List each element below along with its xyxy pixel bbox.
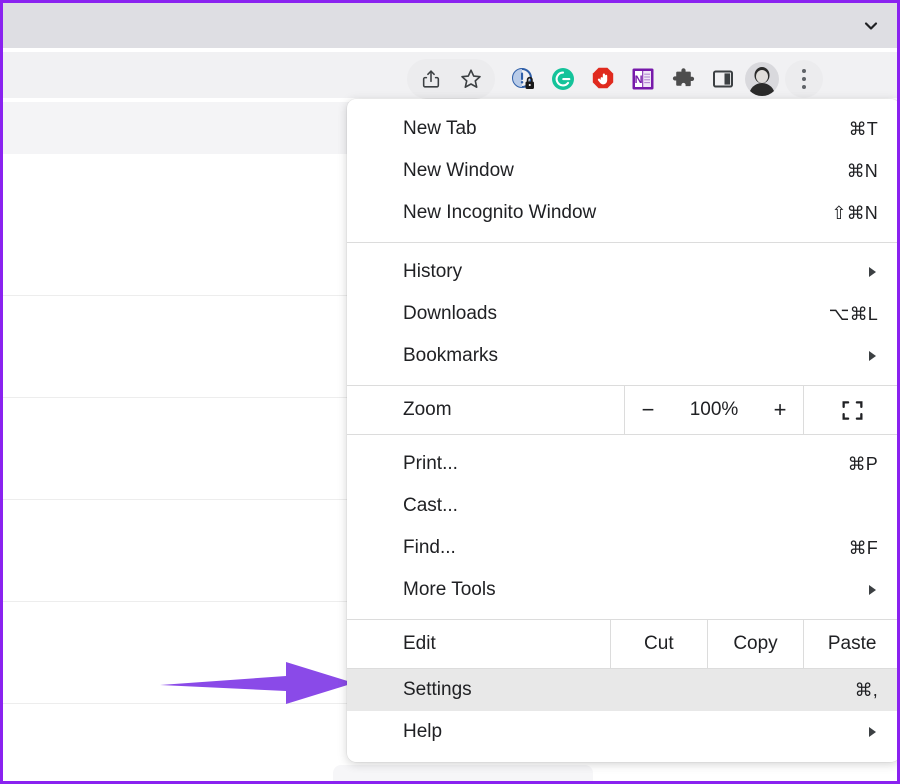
menu-item-label: New Window: [403, 160, 847, 182]
share-icon[interactable]: [411, 59, 451, 99]
menu-item-help[interactable]: Help: [347, 711, 900, 753]
page-bottom-element: [333, 765, 593, 781]
menu-item-shortcut: ⌘T: [849, 119, 878, 140]
menu-item-find[interactable]: Find... ⌘F: [347, 527, 900, 569]
menu-item-cast[interactable]: Cast...: [347, 485, 900, 527]
menu-separator: [347, 242, 900, 243]
submenu-arrow-icon: [869, 267, 876, 277]
edit-label: Edit: [347, 620, 610, 668]
browser-title-bar: [3, 3, 900, 48]
menu-group-browsing: History Downloads ⌥⌘L Bookmarks: [347, 251, 900, 377]
profile-avatar[interactable]: [745, 62, 779, 96]
menu-item-label: Downloads: [403, 303, 829, 325]
menu-item-label: Bookmarks: [403, 345, 869, 367]
menu-item-label: Find...: [403, 537, 849, 559]
adblock-extension-icon[interactable]: [583, 59, 623, 99]
menu-item-history[interactable]: History: [347, 251, 900, 293]
menu-item-shortcut: ⌘,: [855, 680, 878, 701]
menu-item-shortcut: ⌘N: [847, 161, 878, 182]
chrome-main-menu: New Tab ⌘T New Window ⌘N New Incognito W…: [347, 99, 900, 762]
menu-item-label: History: [403, 261, 869, 283]
zoom-out-button[interactable]: −: [637, 399, 659, 421]
menu-item-bookmarks[interactable]: Bookmarks: [347, 335, 900, 377]
menu-item-settings[interactable]: Settings ⌘,: [347, 669, 900, 711]
extension-icon-group: N: [503, 59, 743, 99]
submenu-arrow-icon: [869, 351, 876, 361]
chevron-down-icon[interactable]: [861, 16, 881, 36]
menu-group-settings: Settings ⌘, Help: [347, 669, 900, 753]
menu-item-downloads[interactable]: Downloads ⌥⌘L: [347, 293, 900, 335]
menu-item-print[interactable]: Print... ⌘P: [347, 443, 900, 485]
svg-text:N: N: [635, 74, 643, 86]
submenu-arrow-icon: [869, 727, 876, 737]
menu-item-new-window[interactable]: New Window ⌘N: [347, 150, 900, 192]
menu-item-label: Cast...: [403, 495, 878, 517]
password-manager-extension-icon[interactable]: [503, 59, 543, 99]
edit-copy-button[interactable]: Copy: [707, 620, 804, 668]
extensions-puzzle-icon[interactable]: [663, 59, 703, 99]
menu-item-label: Print...: [403, 453, 848, 475]
onenote-extension-icon[interactable]: N: [623, 59, 663, 99]
menu-item-label: Settings: [403, 679, 855, 701]
toolbar-icon-group: N: [407, 58, 823, 100]
menu-item-shortcut: ⇧⌘N: [831, 203, 878, 224]
menu-item-label: New Incognito Window: [403, 202, 831, 224]
menu-item-label: Help: [403, 721, 869, 743]
grammarly-extension-icon[interactable]: [543, 59, 583, 99]
menu-item-label: New Tab: [403, 118, 849, 140]
zoom-level-value: 100%: [685, 399, 743, 421]
menu-row-zoom: Zoom − 100% +: [347, 385, 900, 435]
zoom-in-button[interactable]: +: [769, 399, 791, 421]
three-dot-menu-button[interactable]: [785, 60, 823, 98]
menu-group-new: New Tab ⌘T New Window ⌘N New Incognito W…: [347, 108, 900, 234]
browser-window-screenshot: N: [0, 0, 900, 784]
menu-item-label: More Tools: [403, 579, 869, 601]
menu-item-new-tab[interactable]: New Tab ⌘T: [347, 108, 900, 150]
menu-item-shortcut: ⌘F: [849, 538, 878, 559]
edit-cut-button[interactable]: Cut: [610, 620, 707, 668]
fullscreen-icon[interactable]: [804, 386, 900, 434]
highlight-arrow: [158, 658, 358, 708]
zoom-label: Zoom: [347, 386, 624, 434]
submenu-arrow-icon: [869, 585, 876, 595]
menu-row-edit: Edit Cut Copy Paste: [347, 619, 900, 669]
menu-item-new-incognito-window[interactable]: New Incognito Window ⇧⌘N: [347, 192, 900, 234]
menu-group-tools: Print... ⌘P Cast... Find... ⌘F More Tool…: [347, 443, 900, 611]
menu-item-shortcut: ⌘P: [848, 454, 878, 475]
side-panel-icon[interactable]: [703, 59, 743, 99]
zoom-controls: − 100% +: [624, 386, 804, 434]
share-bookmark-pill: [407, 59, 495, 99]
menu-item-more-tools[interactable]: More Tools: [347, 569, 900, 611]
edit-paste-button[interactable]: Paste: [803, 620, 900, 668]
bookmark-star-icon[interactable]: [451, 59, 491, 99]
menu-item-shortcut: ⌥⌘L: [829, 304, 878, 325]
